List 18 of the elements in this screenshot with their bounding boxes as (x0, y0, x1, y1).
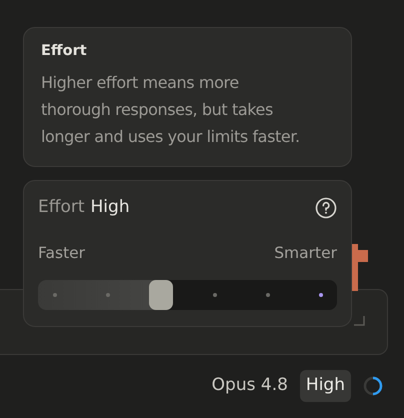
logo-mark-icon (351, 244, 369, 291)
step-dot (106, 292, 110, 296)
effort-value: High (90, 196, 130, 217)
step-dot (212, 292, 217, 296)
tooltip-text: Higher effort means more thorough responses, but takes longer and uses your limits faster. (41, 72, 301, 148)
slider-thumb[interactable] (149, 280, 174, 310)
help-icon[interactable] (315, 196, 337, 218)
model-name[interactable]: Opus 4.8 (212, 373, 288, 398)
effort-badge[interactable]: High (300, 370, 351, 402)
step-dot (266, 292, 270, 296)
effort-slider-track[interactable] (38, 280, 337, 310)
step-dot (53, 292, 57, 296)
min-label: Faster (38, 243, 86, 264)
progress-ring-icon (363, 376, 383, 396)
tooltip-title: Effort (41, 42, 88, 61)
effort-label: Effort (38, 196, 85, 217)
max-label: Smarter (274, 243, 337, 264)
step-dot (319, 292, 323, 296)
